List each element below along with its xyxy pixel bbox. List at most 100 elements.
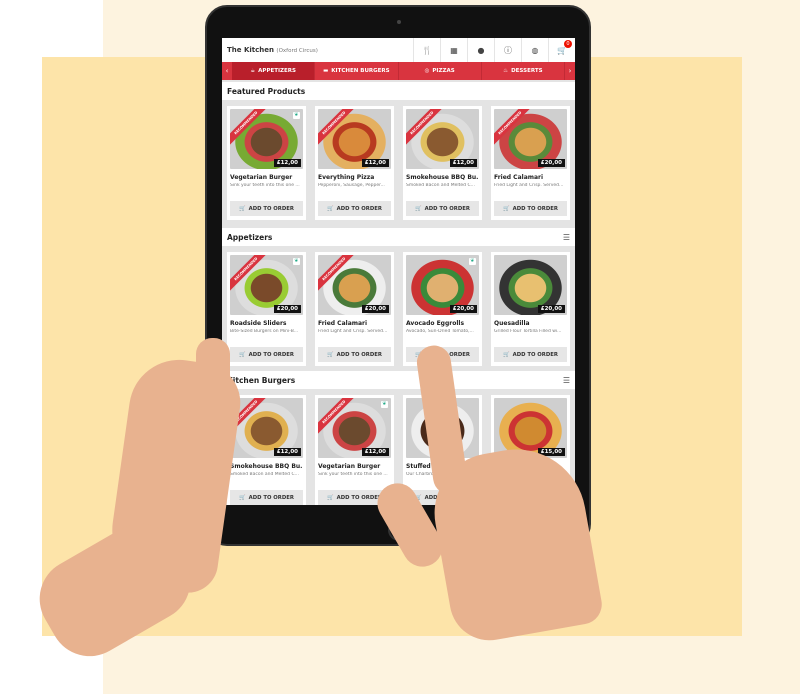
product-description: Sink your teeth into this one ...: [230, 183, 300, 188]
product-image[interactable]: RECOMMENDED £20,00: [494, 109, 567, 169]
product-row: RECOMMENDED ❦ £20,00 Roadside Sliders Bi…: [227, 252, 571, 366]
category-icon: ◎: [424, 68, 430, 74]
cart-icon: 🛒: [239, 205, 246, 212]
product-name: Quesadilla: [494, 320, 530, 327]
add-to-order-button[interactable]: 🛒ADD TO ORDER: [230, 201, 303, 216]
add-to-order-button[interactable]: 🛒ADD TO ORDER: [494, 201, 567, 216]
product-image[interactable]: ❦ £20,00: [406, 255, 479, 315]
product-card[interactable]: RECOMMENDED £20,00 Fried Calamari Fried …: [491, 106, 570, 220]
category-bar: ‹ ☕ APPETIZERS ▬ KITCHEN BURGERS ◎ PIZZAS ♨ DES…: [222, 62, 575, 80]
product-price: £20,00: [273, 305, 301, 313]
store-location: (Oxford Circus): [276, 48, 318, 54]
section-title: Kitchen Burgers: [227, 375, 296, 385]
add-to-order-button[interactable]: 🛒ADD TO ORDER: [230, 490, 303, 505]
chevron-left-icon[interactable]: ‹: [222, 67, 232, 75]
product-description: Sink your teeth into this one ...: [318, 472, 388, 477]
list-view-icon[interactable]: ☰: [563, 233, 570, 242]
recommended-ribbon: RECOMMENDED: [406, 109, 447, 148]
menu-button[interactable]: 🍴: [413, 38, 440, 62]
store-name[interactable]: The Kitchen (Oxford Circus): [222, 46, 413, 54]
product-name: Roadside Sliders: [230, 320, 287, 327]
add-to-order-label: ADD TO ORDER: [512, 205, 558, 212]
product-image[interactable]: £20,00: [494, 255, 567, 315]
product-card[interactable]: RECOMMENDED ❦ £20,00 Roadside Sliders Bi…: [227, 252, 306, 366]
cart-button[interactable]: 🛒 0: [548, 38, 575, 62]
account-button[interactable]: ●: [467, 38, 494, 62]
calendar-icon: ▦: [450, 45, 458, 55]
add-to-order-label: ADD TO ORDER: [424, 205, 470, 212]
cart-icon: 🛒: [415, 205, 422, 212]
category-tab[interactable]: ▬ KITCHEN BURGERS: [315, 62, 399, 80]
category-label: DESSERTS: [511, 68, 543, 74]
product-name: Smokehouse BBQ Bu...: [230, 463, 303, 470]
product-image[interactable]: RECOMMENDED £20,00: [318, 255, 391, 315]
product-description: Fried Light and Crisp. Served...: [318, 329, 388, 334]
product-description: Smoked Bacon and Melted C...: [230, 472, 299, 477]
cart-icon: 🛒: [503, 351, 510, 358]
product-image[interactable]: £15,00: [494, 398, 567, 458]
product-price: £20,00: [537, 305, 565, 313]
vegetarian-leaf-icon: ❦: [293, 258, 300, 265]
language-button[interactable]: ◍: [521, 38, 548, 62]
cutlery-icon: 🍴: [422, 45, 432, 55]
cart-icon: 🛒: [239, 351, 246, 358]
product-image[interactable]: RECOMMENDED ❦ £12,00: [230, 109, 303, 169]
product-card[interactable]: RECOMMENDED £12,00 Everything Pizza Pepp…: [315, 106, 394, 220]
product-name: Avocado Eggrolls: [406, 320, 465, 327]
product-image[interactable]: RECOMMENDED £12,00: [406, 109, 479, 169]
product-image[interactable]: RECOMMENDED ❦ £20,00: [230, 255, 303, 315]
category-icon: ♨: [503, 68, 509, 74]
product-image[interactable]: RECOMMENDED £12,00: [318, 109, 391, 169]
product-row: RECOMMENDED ❦ £12,00 Vegetarian Burger S…: [227, 106, 571, 220]
product-description: Smoked Bacon and Melted C...: [406, 183, 475, 188]
vegetarian-leaf-icon: ❦: [293, 112, 300, 119]
category-icon: ▬: [323, 68, 329, 74]
product-price: £12,00: [273, 159, 301, 167]
add-to-order-button[interactable]: 🛒ADD TO ORDER: [494, 347, 567, 362]
product-image[interactable]: RECOMMENDED ❦ £12,00: [318, 398, 391, 458]
section-title: Featured Products: [227, 86, 306, 96]
category-label: APPETIZERS: [258, 68, 296, 74]
cart-icon: 🛒: [503, 205, 510, 212]
product-price: £12,00: [361, 448, 389, 456]
add-to-order-button[interactable]: 🛒ADD TO ORDER: [406, 201, 479, 216]
product-name: Fried Calamari: [494, 174, 544, 181]
product-card[interactable]: RECOMMENDED £12,00 Smokehouse BBQ Bu... …: [403, 106, 482, 220]
product-card[interactable]: RECOMMENDED £20,00 Fried Calamari Fried …: [315, 252, 394, 366]
product-description: Fried Light and Crisp. Served...: [494, 183, 564, 188]
left-thumb: [196, 338, 230, 428]
store-title: The Kitchen: [227, 46, 274, 54]
reservation-button[interactable]: ▦: [440, 38, 467, 62]
product-price: £12,00: [449, 159, 477, 167]
chevron-right-icon[interactable]: ›: [565, 67, 575, 75]
category-label: KITCHEN BURGERS: [331, 68, 390, 74]
category-icon: ☕: [250, 68, 256, 74]
product-price: £12,00: [361, 159, 389, 167]
add-to-order-label: ADD TO ORDER: [248, 351, 294, 358]
add-to-order-button[interactable]: 🛒ADD TO ORDER: [230, 347, 303, 362]
category-tab[interactable]: ☕ APPETIZERS: [232, 62, 316, 80]
product-image[interactable]: RECOMMENDED £12,00: [230, 398, 303, 458]
category-tab[interactable]: ♨ DESSERTS: [482, 62, 565, 80]
info-button[interactable]: ⓘ: [494, 38, 521, 62]
add-to-order-label: ADD TO ORDER: [512, 351, 558, 358]
app-screen: The Kitchen (Oxford Circus) 🍴 ▦ ● ⓘ ◍ 🛒 0…: [222, 38, 575, 505]
product-card[interactable]: £20,00 Quesadilla Grilled Flour Tortilla…: [491, 252, 570, 366]
product-name: Vegetarian Burger: [318, 463, 381, 470]
product-name: Fried Calamari: [318, 320, 368, 327]
globe-icon: ◍: [531, 45, 539, 55]
add-to-order-button[interactable]: 🛒ADD TO ORDER: [318, 201, 391, 216]
add-to-order-button[interactable]: 🛒ADD TO ORDER: [318, 347, 391, 362]
category-label: PIZZAS: [432, 68, 455, 74]
section-title: Appetizers: [227, 232, 273, 242]
recommended-ribbon: RECOMMENDED: [230, 109, 271, 148]
product-description: Avocado, Sun-Dried Tomato,...: [406, 329, 474, 334]
section-header: Appetizers ☰: [222, 228, 575, 246]
product-description: Grilled Flour Tortilla Filled wi...: [494, 329, 562, 334]
category-tab[interactable]: ◎ PIZZAS: [399, 62, 482, 80]
cart-icon: 🛒: [327, 205, 334, 212]
recommended-ribbon: RECOMMENDED: [494, 109, 535, 148]
add-to-order-label: ADD TO ORDER: [248, 494, 294, 501]
product-card[interactable]: RECOMMENDED ❦ £12,00 Vegetarian Burger S…: [227, 106, 306, 220]
list-view-icon[interactable]: ☰: [563, 376, 570, 385]
